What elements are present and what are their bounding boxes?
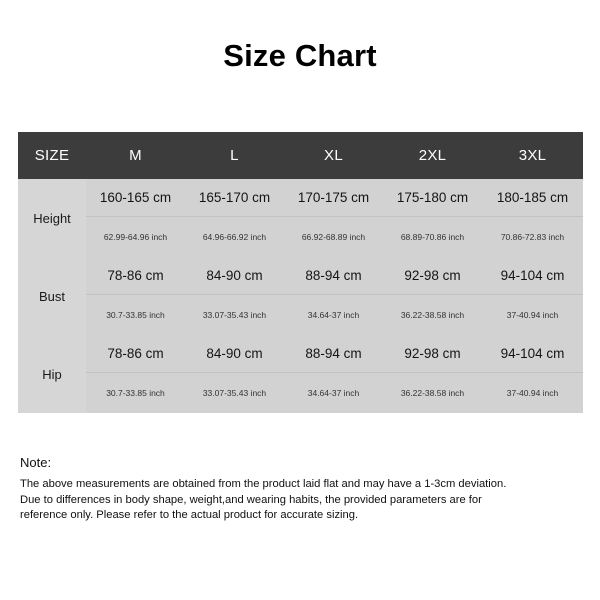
- header-cell-m: M: [86, 132, 185, 179]
- cell-value-inch: 30.7-33.85 inch: [106, 388, 165, 398]
- cell-value-inch: 66.92-68.89 inch: [301, 232, 366, 242]
- row-label-hip: Hip: [18, 335, 86, 413]
- header-cell-size: SIZE: [18, 132, 86, 179]
- cell-value-cm: 78-86 cm: [86, 257, 185, 295]
- cell-value-cm: 78-86 cm: [86, 335, 185, 373]
- cell-value-cm: 94-104 cm: [482, 257, 583, 295]
- cell-hip-2xl: 92-98 cm 36.22-38.58 inch: [383, 335, 482, 413]
- cell-height-3xl: 180-185 cm 70.86-72.83 inch: [482, 179, 583, 257]
- cell-value-cm: 165-170 cm: [185, 179, 284, 217]
- cell-hip-m: 78-86 cm 30.7-33.85 inch: [86, 335, 185, 413]
- cell-value-inch: 37-40.94 inch: [506, 310, 559, 320]
- cell-value-inch: 34.64-37 inch: [307, 388, 360, 398]
- note-line-2: Due to differences in body shape, weight…: [20, 493, 482, 506]
- table-row: Hip 78-86 cm 30.7-33.85 inch 84-90 cm 33…: [18, 335, 583, 413]
- cell-height-l: 165-170 cm 64.96-66.92 inch: [185, 179, 284, 257]
- cell-value-cm: 92-98 cm: [383, 257, 482, 295]
- header-cell-3xl: 3XL: [482, 132, 583, 179]
- cell-value-cm: 180-185 cm: [482, 179, 583, 217]
- header-cell-2xl: 2XL: [383, 132, 482, 179]
- cell-bust-xl: 88-94 cm 34.64-37 inch: [284, 257, 383, 335]
- note-line-3: reference only. Please refer to the actu…: [20, 509, 359, 521]
- cell-hip-3xl: 94-104 cm 37-40.94 inch: [482, 335, 583, 413]
- cell-value-inch: 36.22-38.58 inch: [400, 310, 465, 320]
- size-chart-table: SIZE M L XL 2XL 3XL Height 160-165 cm 62…: [18, 132, 583, 413]
- cell-height-xl: 170-175 cm 66.92-68.89 inch: [284, 179, 383, 257]
- header-cell-l: L: [185, 132, 284, 179]
- note-line-1: The above measurements are obtained from…: [20, 478, 507, 490]
- cell-value-cm: 88-94 cm: [284, 257, 383, 295]
- cell-bust-m: 78-86 cm 30.7-33.85 inch: [86, 257, 185, 335]
- cell-value-cm: 94-104 cm: [482, 335, 583, 373]
- cell-value-inch: 34.64-37 inch: [307, 310, 360, 320]
- cell-value-inch: 62.99-64.96 inch: [103, 232, 168, 242]
- table-row: Bust 78-86 cm 30.7-33.85 inch 84-90 cm 3…: [18, 257, 583, 335]
- cell-value-cm: 175-180 cm: [383, 179, 482, 217]
- cell-hip-xl: 88-94 cm 34.64-37 inch: [284, 335, 383, 413]
- cell-value-cm: 84-90 cm: [185, 257, 284, 295]
- cell-value-inch: 37-40.94 inch: [506, 388, 559, 398]
- cell-value-cm: 160-165 cm: [86, 179, 185, 217]
- cell-hip-l: 84-90 cm 33.07-35.43 inch: [185, 335, 284, 413]
- cell-bust-3xl: 94-104 cm 37-40.94 inch: [482, 257, 583, 335]
- cell-value-inch: 70.86-72.83 inch: [500, 232, 565, 242]
- cell-value-inch: 68.89-70.86 inch: [400, 232, 465, 242]
- cell-value-cm: 170-175 cm: [284, 179, 383, 217]
- note-block: Note: The above measurements are obtaine…: [20, 455, 580, 524]
- cell-value-cm: 84-90 cm: [185, 335, 284, 373]
- cell-bust-l: 84-90 cm 33.07-35.43 inch: [185, 257, 284, 335]
- cell-value-inch: 64.96-66.92 inch: [202, 232, 267, 242]
- cell-value-inch: 30.7-33.85 inch: [106, 310, 165, 320]
- cell-value-inch: 36.22-38.58 inch: [400, 388, 465, 398]
- table-body: Height 160-165 cm 62.99-64.96 inch 165-1…: [18, 179, 583, 413]
- cell-value-cm: 92-98 cm: [383, 335, 482, 373]
- table-header-row: SIZE M L XL 2XL 3XL: [18, 132, 583, 179]
- cell-height-m: 160-165 cm 62.99-64.96 inch: [86, 179, 185, 257]
- row-label-bust: Bust: [18, 257, 86, 335]
- page-title: Size Chart: [223, 38, 377, 73]
- cell-bust-2xl: 92-98 cm 36.22-38.58 inch: [383, 257, 482, 335]
- cell-value-inch: 33.07-35.43 inch: [202, 310, 267, 320]
- row-label-height: Height: [18, 179, 86, 257]
- cell-value-cm: 88-94 cm: [284, 335, 383, 373]
- cell-height-2xl: 175-180 cm 68.89-70.86 inch: [383, 179, 482, 257]
- table-row: Height 160-165 cm 62.99-64.96 inch 165-1…: [18, 179, 583, 257]
- cell-value-inch: 33.07-35.43 inch: [202, 388, 267, 398]
- table-header: SIZE M L XL 2XL 3XL: [18, 132, 583, 179]
- header-cell-xl: XL: [284, 132, 383, 179]
- note-heading: Note:: [20, 455, 52, 470]
